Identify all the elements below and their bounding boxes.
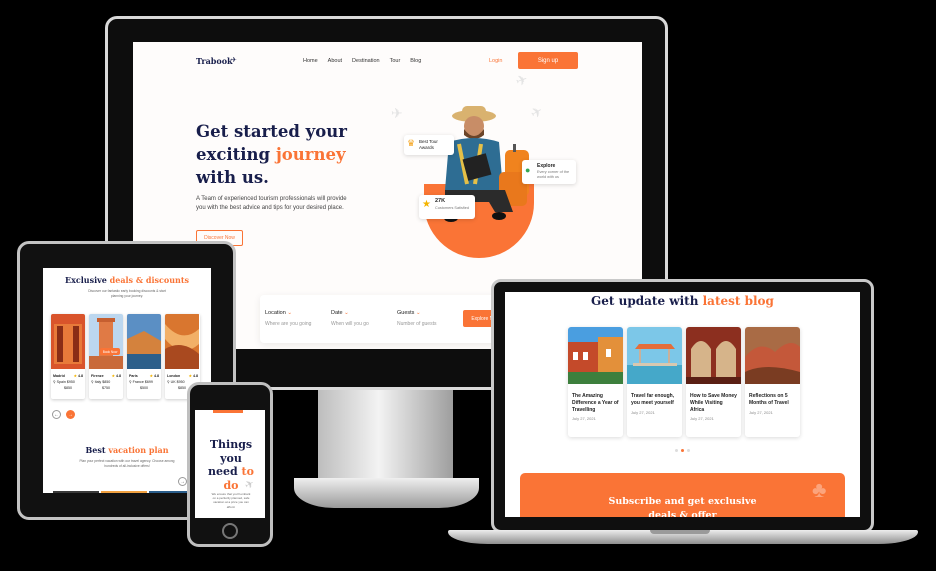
dot[interactable] (675, 449, 678, 452)
blog-card[interactable]: The Amazing Difference a Year of Travell… (568, 327, 623, 437)
nav-destination[interactable]: Destination (352, 58, 380, 64)
star-icon: ★ (73, 374, 77, 378)
subscribe-heading: Subscribe and get exclusive deals & offe… (608, 496, 757, 517)
monitor-base (294, 478, 479, 508)
deal-image (89, 314, 123, 369)
star-icon: ★ (111, 374, 115, 378)
guests-field[interactable]: Guests ⌄ Number of guests (397, 310, 436, 327)
deal-card[interactable]: Paris ★ 4.8 ⚲ France $699 $500 (127, 314, 161, 399)
blog-card[interactable]: How to Save Money While Visiting Africa … (686, 327, 741, 437)
deals-heading: Exclusive deals & discounts (64, 275, 190, 285)
chevron-down-icon: ⌄ (415, 310, 421, 316)
hero-heading: Get started your exciting journey with u… (196, 122, 347, 187)
star-icon: ★ (149, 374, 153, 378)
blog-image (568, 327, 623, 384)
carousel-dots[interactable] (675, 449, 690, 452)
tablet-bottom-image (53, 491, 99, 493)
monitor-stand (318, 390, 453, 485)
login-link[interactable]: Login (489, 58, 502, 64)
explore-badge: ● Explore Every corner of the world with… (522, 160, 576, 184)
dot-active[interactable] (681, 449, 684, 452)
vacation-text: Plan your perfect vacation with our trav… (79, 459, 175, 468)
phone-screen: Things you need to do ✈ We ensure that y… (195, 410, 265, 518)
customers-badge: ★ 27K Customers Satisfied (419, 195, 475, 219)
star-icon: ★ (188, 374, 192, 378)
deal-image (51, 314, 85, 369)
location-field[interactable]: Location ⌄ Where are you going (265, 310, 311, 327)
nav-tour[interactable]: Tour (390, 58, 401, 64)
tablet-bottom-image (101, 491, 147, 493)
subscribe-banner: Subscribe and get exclusive deals & offe… (520, 473, 845, 517)
blog-image (745, 327, 800, 384)
dot[interactable] (687, 449, 690, 452)
pin-icon: ⚲ (167, 379, 170, 384)
prev-arrow-button[interactable]: ← (52, 410, 61, 419)
nav-home[interactable]: Home (303, 58, 318, 64)
main-nav: Home About Destination Tour Blog (303, 58, 431, 64)
vacation-heading: Best vacation plan (85, 445, 169, 455)
search-bar: Location ⌄ Where are you going Date ⌄ Wh… (260, 295, 518, 343)
blog-image (686, 327, 741, 384)
blog-image (627, 327, 682, 384)
blog-card[interactable]: Travel far enough, you meet yourself Jul… (627, 327, 682, 437)
nav-about[interactable]: About (328, 58, 342, 64)
blog-heading: Get update with latest blog (591, 294, 774, 308)
trophy-icon: ♛ (407, 138, 416, 148)
map-pin-icon: ● (525, 165, 531, 175)
next-arrow-button[interactable]: → (178, 477, 187, 486)
phone-home-button[interactable] (222, 523, 238, 539)
logo-plane-icon: ✈ (231, 57, 237, 64)
pin-icon: ⚲ (91, 379, 94, 384)
star-icon: ★ (422, 199, 431, 210)
phone-text: We ensure that you'll embark on a perfec… (211, 492, 251, 509)
logo[interactable]: Trabook (196, 56, 233, 66)
deal-card[interactable]: Madrid ★ 4.8 ⚲ Spain $950 $850 (51, 314, 85, 399)
blog-card[interactable]: Reflections on 5 Months of Travel July 2… (745, 327, 800, 437)
plane-icon: ✈ (513, 70, 530, 90)
date-field[interactable]: Date ⌄ When will you go (331, 310, 369, 327)
pin-icon: ⚲ (129, 379, 132, 384)
awards-badge: ♛ Best Tour Awards (404, 135, 454, 155)
deal-image (165, 314, 199, 369)
chevron-down-icon: ⌄ (287, 310, 292, 316)
signup-button[interactable]: Sign up (518, 52, 578, 69)
palm-tree-icon: ♣ (812, 477, 827, 502)
pin-icon: ⚲ (53, 379, 56, 384)
phone-top-bar (213, 410, 243, 413)
hero-description: A Team of experienced tourism profession… (196, 196, 347, 211)
book-now-button[interactable]: Book Now (100, 348, 120, 355)
deal-card[interactable]: Book Now Firenze ★ 4.8 ⚲ Italy $850 $750 (89, 314, 123, 399)
chevron-down-icon: ⌄ (344, 310, 349, 316)
deal-image (127, 314, 161, 369)
nav-blog[interactable]: Blog (410, 58, 421, 64)
laptop-notch (650, 530, 710, 534)
next-arrow-button[interactable]: → (66, 410, 75, 419)
deals-subtext: Discover our fantastic early booking dis… (88, 289, 166, 298)
